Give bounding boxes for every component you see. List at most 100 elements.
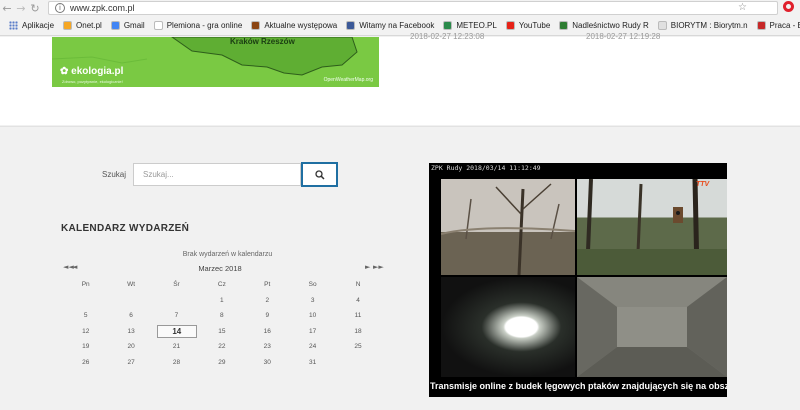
facebook-icon: [346, 21, 356, 30]
plemiona-icon: [153, 21, 163, 30]
calendar-day[interactable]: 10: [290, 308, 335, 324]
forward-icon[interactable]: →: [14, 2, 28, 15]
calendar-day[interactable]: 4: [335, 293, 380, 309]
calendar-weekday: Pt: [264, 281, 271, 288]
ekologia-logo-text: ekologia.pl: [71, 66, 124, 77]
calendar-day[interactable]: 31: [290, 355, 335, 371]
ekologia-slogan: Zdrowo, pozytywnie, ekologicznie!: [62, 79, 123, 84]
calendar-day[interactable]: 23: [245, 339, 290, 355]
calendar-day[interactable]: 9: [245, 308, 290, 324]
calendar-day[interactable]: 6: [108, 308, 153, 324]
site-info-icon[interactable]: i: [55, 3, 65, 13]
calendar-day: [335, 355, 380, 371]
calendar-day[interactable]: 5: [63, 308, 108, 324]
birdhouse-image: [577, 179, 727, 275]
top-section: Kraków Rzeszów ✿ ekologia.pl Zdrowo, poz…: [0, 32, 800, 125]
calendar-day[interactable]: 15: [199, 324, 244, 340]
calendar-day[interactable]: 28: [154, 355, 199, 371]
calendar-weekday: Śr: [173, 281, 180, 288]
aktualne-icon: [251, 21, 261, 30]
bookmark-item[interactable]: YouTube: [505, 21, 551, 30]
praca-icon: [756, 21, 766, 30]
bookmarks-bar: Aplikacje Onet.pl Gmail Plemiona - gra onli…: [0, 16, 800, 36]
calendar-day[interactable]: 1: [199, 293, 244, 309]
nest-box-image: [577, 277, 727, 377]
calendar-day[interactable]: 21: [154, 339, 199, 355]
calendar-empty-message: Brak wydarzeń w kalendarzu: [182, 251, 273, 258]
bookmark-label: Praca - Biuletyn Infor: [769, 21, 800, 30]
reload-icon[interactable]: ↻: [28, 2, 42, 15]
bookmark-item[interactable]: Aplikacje: [9, 21, 54, 30]
calendar-day[interactable]: 25: [335, 339, 380, 355]
calendar-weekday: So: [308, 281, 317, 288]
calendar-day[interactable]: 20: [108, 339, 153, 355]
bookmark-label: METEO.PL: [456, 21, 497, 30]
calendar-today[interactable]: 14: [156, 324, 197, 338]
calendar-day[interactable]: 17: [290, 324, 335, 340]
youtube-icon: [505, 21, 515, 30]
bookmark-item[interactable]: Aktualne występowa: [251, 21, 337, 30]
calendar-day[interactable]: 19: [63, 339, 108, 355]
calendar-day[interactable]: 7: [154, 308, 199, 324]
back-icon[interactable]: ←: [0, 2, 14, 15]
document-icon: [657, 21, 667, 30]
webcam-caption: Transmisje online z budek lęgowych ptakó…: [430, 381, 727, 391]
bookmark-label: BIORYTM : Biorytm.n: [670, 21, 748, 30]
weather-map[interactable]: Kraków Rzeszów ✿ ekologia.pl Zdrowo, poz…: [52, 37, 379, 87]
calendar-day[interactable]: 30: [245, 355, 290, 371]
calendar-next-button[interactable]: ►: [365, 263, 370, 271]
bookmark-item[interactable]: Plemiona - gra online: [153, 21, 243, 30]
calendar-day[interactable]: 13: [108, 324, 153, 340]
calendar-day: [154, 293, 199, 309]
webcam-header: ZPK Rudy 2018/03/14 11:12:49: [431, 164, 541, 172]
browser-toolbar: ← → ↻ i www.zpk.com.pl ☆: [0, 0, 800, 16]
bookmark-item[interactable]: BIORYTM : Biorytm.n: [657, 21, 748, 30]
calendar-day[interactable]: 26: [63, 355, 108, 371]
calendar-day[interactable]: 29: [199, 355, 244, 371]
calendar-day[interactable]: 22: [199, 339, 244, 355]
calendar-weekday: Wt: [127, 281, 136, 288]
ttv-logo: TTV: [696, 181, 710, 188]
bookmark-item[interactable]: Praca - Biuletyn Infor: [756, 21, 800, 30]
search-button[interactable]: [301, 162, 338, 187]
bookmark-label: Onet.pl: [76, 21, 102, 30]
search-input[interactable]: Szukaj...: [133, 163, 301, 186]
map-city-krakow: Kraków: [230, 37, 259, 46]
calendar-day[interactable]: 8: [199, 308, 244, 324]
calendar-weekday: Cz: [217, 281, 226, 288]
calendar-day[interactable]: 27: [108, 355, 153, 371]
calendar-day[interactable]: 16: [245, 324, 290, 340]
calendar-day[interactable]: 24: [290, 339, 335, 355]
camera-view-1: [441, 179, 575, 275]
map-credit[interactable]: OpenWeatherMap.org: [324, 77, 373, 83]
address-bar[interactable]: i www.zpk.com.pl ☆: [48, 1, 778, 15]
url-text[interactable]: www.zpk.com.pl: [70, 3, 135, 13]
calendar-day[interactable]: 3: [290, 293, 335, 309]
bookmark-label: Aktualne występowa: [264, 21, 338, 30]
webcam-feed[interactable]: ZPK Rudy 2018/03/14 11:12:49 TTV Transmi…: [429, 163, 727, 397]
bookmark-item[interactable]: METEO.PL: [443, 21, 497, 30]
opera-extension-icon[interactable]: [783, 1, 794, 12]
nadlesnictwo-icon: [559, 21, 569, 30]
calendar-last-button[interactable]: ►►: [373, 263, 384, 271]
trees-image: [441, 183, 575, 275]
calendar-grid: Pn Wt Śr Cz Pt So N 1 2 3 4 5 6 7 8 9 10 11 12 13 14 15 16 17 18…: [63, 277, 381, 370]
bookmark-label: Nadleśnictwo Rudy R: [572, 21, 649, 30]
calendar-day: [108, 293, 153, 309]
camera-view-3: [441, 277, 575, 377]
calendar-day[interactable]: 12: [63, 324, 108, 340]
calendar-day[interactable]: 18: [335, 324, 380, 340]
bookmark-item[interactable]: Gmail: [110, 21, 145, 30]
bookmark-item[interactable]: Witamy na Facebook: [346, 21, 434, 30]
calendar-day: [63, 293, 108, 309]
meteo-icon: [443, 21, 453, 30]
bookmark-item[interactable]: Nadleśnictwo Rudy R: [559, 21, 649, 30]
calendar-day[interactable]: 11: [335, 308, 380, 324]
bookmark-item[interactable]: Onet.pl: [63, 21, 102, 30]
bookmark-star-icon[interactable]: ☆: [738, 2, 747, 13]
bookmark-label: Plemiona - gra online: [166, 21, 243, 30]
bookmark-label: Aplikacje: [22, 21, 55, 30]
bookmark-label: YouTube: [518, 21, 551, 30]
calendar-day[interactable]: 2: [245, 293, 290, 309]
ekologia-logo[interactable]: ✿ ekologia.pl: [60, 66, 123, 77]
